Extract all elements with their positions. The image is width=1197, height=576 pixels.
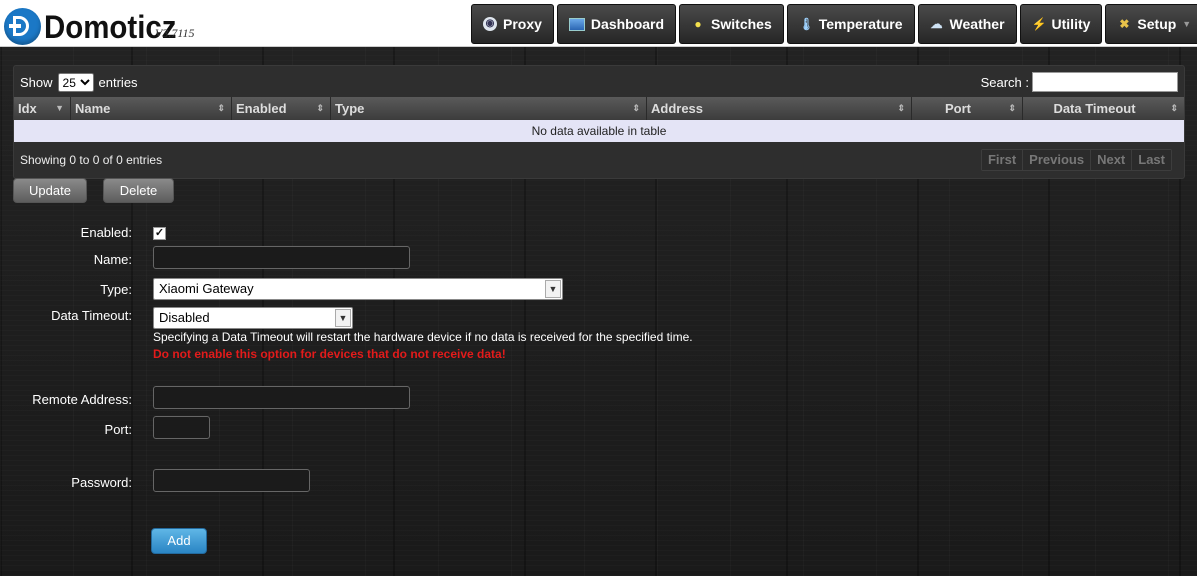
pager-first[interactable]: First bbox=[981, 150, 1024, 170]
password-label: Password: bbox=[71, 475, 132, 490]
enabled-label: Enabled: bbox=[80, 225, 132, 240]
lightbulb-icon: ● bbox=[694, 17, 702, 31]
hardware-table-panel: Show 25 entries Search : Idx ▼ Name ⇕ Enab… bbox=[13, 65, 1185, 179]
remote-address-label: Remote Address: bbox=[32, 392, 132, 407]
data-timeout-label: Data Timeout: bbox=[51, 308, 132, 323]
data-timeout-select[interactable]: Disabled ▼ bbox=[153, 307, 353, 329]
entries-select[interactable]: 25 bbox=[57, 73, 94, 92]
proxy-icon: ◉ bbox=[483, 17, 497, 31]
utility-icon: ⚡ bbox=[1031, 17, 1047, 31]
pager-previous[interactable]: Previous bbox=[1023, 150, 1092, 170]
column-address[interactable]: Address ⇕ bbox=[647, 97, 912, 120]
name-input[interactable] bbox=[153, 246, 410, 269]
search-input[interactable] bbox=[1032, 72, 1178, 92]
thermometer-icon: 🌡 bbox=[798, 17, 814, 31]
sort-icon: ⇕ bbox=[1170, 103, 1178, 113]
port-input[interactable] bbox=[153, 416, 210, 439]
sort-icon: ⇕ bbox=[632, 103, 640, 113]
name-label: Name: bbox=[93, 252, 132, 267]
sort-icon: ⇕ bbox=[217, 103, 225, 113]
sort-icon: ⇕ bbox=[316, 103, 324, 113]
chevron-down-icon: ▼ bbox=[1182, 19, 1192, 29]
enabled-checkbox[interactable]: ✓ bbox=[153, 227, 166, 240]
sort-icon: ⇕ bbox=[1008, 103, 1016, 113]
add-button[interactable]: Add bbox=[151, 528, 207, 554]
chevron-down-icon: ▼ bbox=[545, 280, 561, 298]
column-enabled[interactable]: Enabled ⇕ bbox=[232, 97, 331, 120]
pager-last[interactable]: Last bbox=[1132, 150, 1171, 170]
top-bar: Domoticz V3.7115 ◉ Proxy Dashboard ● Swi… bbox=[0, 0, 1197, 47]
chevron-down-icon: ▼ bbox=[335, 309, 351, 327]
table-info: Showing 0 to 0 of 0 entries bbox=[20, 153, 163, 167]
nav-utility[interactable]: ⚡ Utility bbox=[1019, 4, 1103, 44]
cloud-rain-icon: ☁ bbox=[930, 17, 943, 31]
port-label: Port: bbox=[104, 422, 132, 437]
nav-dashboard[interactable]: Dashboard bbox=[556, 4, 677, 44]
column-data-timeout[interactable]: Data Timeout ⇕ bbox=[1023, 97, 1184, 120]
entries-length-control: Show 25 entries bbox=[20, 73, 138, 92]
nav-proxy[interactable]: ◉ Proxy bbox=[471, 4, 554, 44]
dashboard-icon bbox=[568, 17, 585, 31]
column-name[interactable]: Name ⇕ bbox=[71, 97, 232, 120]
nav-weather[interactable]: ☁ Weather bbox=[917, 4, 1017, 44]
data-timeout-help: Specifying a Data Timeout will restart t… bbox=[153, 330, 693, 344]
column-idx[interactable]: Idx ▼ bbox=[14, 97, 71, 120]
table-pagination: First Previous Next Last bbox=[980, 149, 1172, 171]
column-port[interactable]: Port ⇕ bbox=[912, 97, 1023, 120]
table-header: Idx ▼ Name ⇕ Enabled ⇕ Type ⇕ Address ⇕ Port ⇕… bbox=[14, 97, 1184, 120]
sort-icon: ⇕ bbox=[897, 103, 905, 113]
tools-icon: ✖ bbox=[1119, 17, 1130, 31]
nav-switches[interactable]: ● Switches bbox=[679, 4, 784, 44]
update-button[interactable]: Update bbox=[13, 178, 87, 203]
table-empty-row: No data available in table bbox=[14, 120, 1184, 142]
sort-desc-icon: ▼ bbox=[55, 103, 64, 113]
pager-next[interactable]: Next bbox=[1091, 150, 1133, 170]
table-controls: Show 25 entries Search : bbox=[14, 66, 1184, 97]
table-search: Search : bbox=[981, 72, 1178, 92]
type-label: Type: bbox=[100, 282, 132, 297]
remote-address-input[interactable] bbox=[153, 386, 410, 409]
nav-setup[interactable]: ✖ Setup ▼ bbox=[1105, 4, 1197, 44]
domoticz-logo-icon bbox=[4, 8, 41, 45]
column-type[interactable]: Type ⇕ bbox=[331, 97, 647, 120]
nav-temperature[interactable]: 🌡 Temperature bbox=[786, 4, 915, 44]
app-version: V3.7115 bbox=[155, 26, 195, 40]
delete-button[interactable]: Delete bbox=[103, 178, 174, 203]
type-select[interactable]: Xiaomi Gateway ▼ bbox=[153, 278, 563, 300]
password-input[interactable] bbox=[153, 469, 310, 492]
main-nav: ◉ Proxy Dashboard ● Switches 🌡 Temperatu… bbox=[471, 4, 1197, 44]
data-timeout-warning: Do not enable this option for devices th… bbox=[153, 347, 506, 361]
